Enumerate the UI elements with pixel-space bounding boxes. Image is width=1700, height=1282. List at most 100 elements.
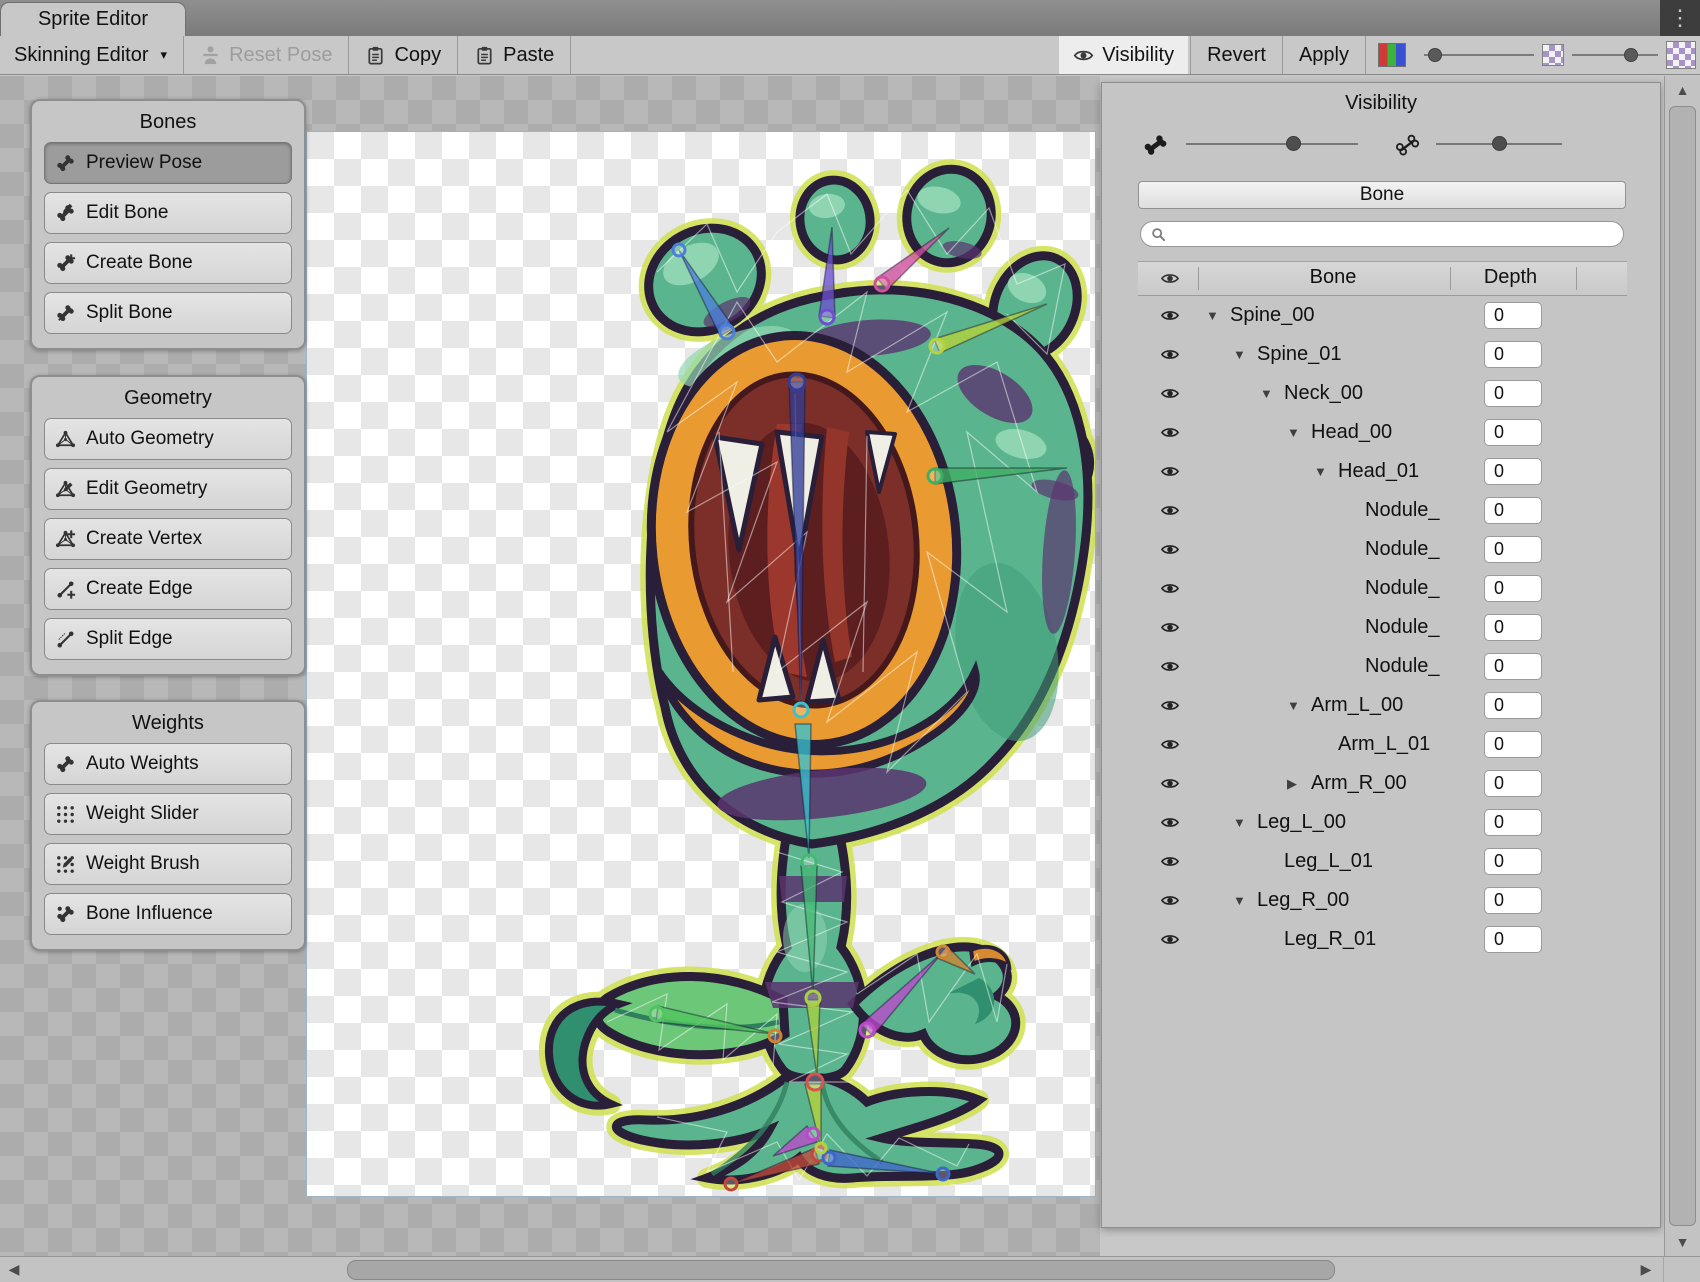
edit-bone-button[interactable]: Edit Bone bbox=[44, 192, 292, 234]
slider-thumb[interactable] bbox=[1492, 136, 1507, 151]
bone-row[interactable]: ▼ Arm_L_00 0 bbox=[1138, 686, 1627, 725]
visibility-eye-icon[interactable] bbox=[1160, 659, 1180, 674]
paste-button[interactable]: Paste bbox=[460, 36, 568, 74]
depth-input[interactable]: 0 bbox=[1484, 380, 1542, 407]
visibility-eye-icon[interactable] bbox=[1160, 464, 1180, 479]
visibility-eye-icon[interactable] bbox=[1160, 308, 1180, 323]
visibility-eye-icon[interactable] bbox=[1160, 815, 1180, 830]
visibility-toggle-button[interactable]: Visibility bbox=[1059, 36, 1188, 74]
visibility-eye-icon[interactable] bbox=[1160, 776, 1180, 791]
expander-icon[interactable]: ▼ bbox=[1314, 464, 1338, 479]
bone-row[interactable]: Nodule_ 0 bbox=[1138, 491, 1627, 530]
edit-geometry-button[interactable]: Edit Geometry bbox=[44, 468, 292, 510]
depth-input[interactable]: 0 bbox=[1484, 614, 1542, 641]
depth-input[interactable]: 0 bbox=[1484, 653, 1542, 680]
depth-column-header[interactable]: Depth bbox=[1453, 266, 1568, 289]
reset-pose-button[interactable]: Reset Pose bbox=[186, 36, 346, 74]
slider-thumb[interactable] bbox=[1428, 48, 1442, 62]
split-edge-button[interactable]: Split Edge bbox=[44, 618, 292, 660]
mesh-opacity-slider[interactable] bbox=[1572, 44, 1658, 66]
bone-row[interactable]: ▼ Leg_L_00 0 bbox=[1138, 803, 1627, 842]
visibility-eye-icon[interactable] bbox=[1160, 542, 1180, 557]
bone-row[interactable]: Leg_L_01 0 bbox=[1138, 842, 1627, 881]
create-vertex-button[interactable]: Create Vertex bbox=[44, 518, 292, 560]
vertical-scrollbar[interactable]: ▲ ▼ bbox=[1664, 76, 1700, 1256]
expander-icon[interactable]: ▼ bbox=[1287, 425, 1311, 440]
skinning-editor-dropdown[interactable]: Skinning Editor ▾ bbox=[0, 36, 181, 74]
bone-row[interactable]: Nodule_ 0 bbox=[1138, 530, 1627, 569]
depth-input[interactable]: 0 bbox=[1484, 536, 1542, 563]
depth-input[interactable]: 0 bbox=[1484, 302, 1542, 329]
visibility-eye-icon[interactable] bbox=[1160, 347, 1180, 362]
expander-icon[interactable]: ▼ bbox=[1260, 386, 1284, 401]
vertical-scroll-thumb[interactable] bbox=[1669, 106, 1696, 1226]
weight-brush-button[interactable]: Weight Brush bbox=[44, 843, 292, 885]
scroll-down-arrow[interactable]: ▼ bbox=[1665, 1228, 1700, 1256]
split-bone-button[interactable]: Split Bone bbox=[44, 292, 292, 334]
visibility-eye-icon[interactable] bbox=[1160, 620, 1180, 635]
bone-influence-button[interactable]: Bone Influence bbox=[44, 893, 292, 935]
visibility-eye-icon[interactable] bbox=[1160, 698, 1180, 713]
depth-input[interactable]: 0 bbox=[1484, 497, 1542, 524]
bone-row[interactable]: ▼ Head_00 0 bbox=[1138, 413, 1627, 452]
visibility-eye-icon[interactable] bbox=[1160, 737, 1180, 752]
preview-pose-button[interactable]: Preview Pose bbox=[44, 142, 292, 184]
tab-sprite-editor[interactable]: Sprite Editor bbox=[0, 2, 186, 36]
visibility-eye-icon[interactable] bbox=[1160, 425, 1180, 440]
depth-input[interactable]: 0 bbox=[1484, 341, 1542, 368]
expander-icon[interactable]: ▼ bbox=[1233, 815, 1257, 830]
slider-thumb[interactable] bbox=[1286, 136, 1301, 151]
bone-row[interactable]: ▼ Leg_R_00 0 bbox=[1138, 881, 1627, 920]
bone-size-slider[interactable] bbox=[1186, 133, 1358, 155]
scroll-right-arrow[interactable]: ▶ bbox=[1632, 1257, 1660, 1282]
depth-input[interactable]: 0 bbox=[1484, 848, 1542, 875]
auto-geometry-button[interactable]: Auto Geometry bbox=[44, 418, 292, 460]
bone-row[interactable]: ▼ Spine_00 0 bbox=[1138, 296, 1627, 335]
horizontal-scrollbar[interactable]: ◀ ▶ bbox=[0, 1256, 1700, 1282]
visibility-eye-icon[interactable] bbox=[1160, 932, 1180, 947]
depth-input[interactable]: 0 bbox=[1484, 887, 1542, 914]
visibility-eye-icon[interactable] bbox=[1160, 581, 1180, 596]
visibility-eye-icon[interactable] bbox=[1160, 503, 1180, 518]
depth-input[interactable]: 0 bbox=[1484, 458, 1542, 485]
auto-weights-button[interactable]: Auto Weights bbox=[44, 743, 292, 785]
visibility-eye-icon[interactable] bbox=[1160, 893, 1180, 908]
bone-row[interactable]: Nodule_ 0 bbox=[1138, 569, 1627, 608]
visibility-eye-icon[interactable] bbox=[1160, 854, 1180, 869]
bone-row[interactable]: Arm_L_01 0 bbox=[1138, 725, 1627, 764]
opacity-slider[interactable] bbox=[1424, 44, 1534, 66]
bone-row[interactable]: Nodule_ 0 bbox=[1138, 647, 1627, 686]
kebab-menu-icon[interactable]: ⋮ bbox=[1660, 0, 1700, 36]
depth-input[interactable]: 0 bbox=[1484, 692, 1542, 719]
bone-opacity-slider[interactable] bbox=[1436, 133, 1562, 155]
revert-button[interactable]: Revert bbox=[1193, 36, 1280, 74]
copy-button[interactable]: Copy bbox=[351, 36, 455, 74]
slider-thumb[interactable] bbox=[1624, 48, 1638, 62]
bone-search-input[interactable] bbox=[1172, 223, 1613, 245]
bone-column-header[interactable]: Bone bbox=[1218, 266, 1448, 289]
depth-input[interactable]: 0 bbox=[1484, 419, 1542, 446]
apply-button[interactable]: Apply bbox=[1285, 36, 1363, 74]
expander-icon[interactable]: ▼ bbox=[1206, 308, 1230, 323]
horizontal-scroll-thumb[interactable] bbox=[347, 1260, 1335, 1280]
depth-input[interactable]: 0 bbox=[1484, 809, 1542, 836]
expander-icon[interactable]: ▼ bbox=[1233, 347, 1257, 362]
bone-row[interactable]: Nodule_ 0 bbox=[1138, 608, 1627, 647]
bone-row[interactable]: ▼ Spine_01 0 bbox=[1138, 335, 1627, 374]
depth-input[interactable]: 0 bbox=[1484, 926, 1542, 953]
sprite-canvas[interactable] bbox=[307, 132, 1095, 1196]
create-bone-button[interactable]: Create Bone bbox=[44, 242, 292, 284]
bone-row[interactable]: ▶ Arm_R_00 0 bbox=[1138, 764, 1627, 803]
tab-bone[interactable]: Bone bbox=[1138, 181, 1626, 209]
bone-search-box[interactable] bbox=[1140, 221, 1624, 247]
weight-slider-button[interactable]: Weight Slider bbox=[44, 793, 292, 835]
depth-input[interactable]: 0 bbox=[1484, 770, 1542, 797]
scroll-up-arrow[interactable]: ▲ bbox=[1665, 76, 1700, 104]
rgb-channels-swatch[interactable] bbox=[1378, 43, 1406, 67]
expander-icon[interactable]: ▼ bbox=[1287, 698, 1311, 713]
depth-input[interactable]: 0 bbox=[1484, 575, 1542, 602]
create-edge-button[interactable]: Create Edge bbox=[44, 568, 292, 610]
bone-row[interactable]: ▼ Neck_00 0 bbox=[1138, 374, 1627, 413]
expander-icon[interactable]: ▶ bbox=[1287, 776, 1311, 792]
bone-row[interactable]: ▼ Head_01 0 bbox=[1138, 452, 1627, 491]
